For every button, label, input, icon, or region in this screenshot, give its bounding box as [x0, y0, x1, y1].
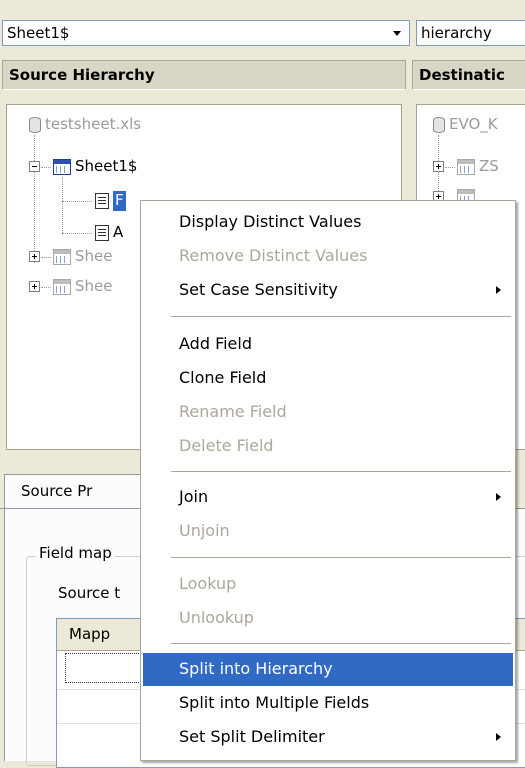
- tab-source-properties[interactable]: Source Pr: [4, 474, 144, 508]
- submenu-arrow-icon: [496, 286, 501, 294]
- menu-item-label: Split into Multiple Fields: [179, 693, 370, 712]
- hierarchy-combo[interactable]: hierarchy: [416, 20, 525, 46]
- submenu-arrow-icon: [496, 733, 501, 741]
- menu-item-label: Lookup: [179, 574, 237, 593]
- destination-panel-header: Destinatic: [412, 60, 525, 90]
- menu-item-label: Unjoin: [179, 521, 230, 540]
- menu-item-unlookup[interactable]: Unlookup: [143, 602, 513, 635]
- menu-item-label: Rename Field: [179, 402, 287, 421]
- tree-sheet-label[interactable]: Sheet1$: [75, 157, 137, 177]
- menu-item-label: Unlookup: [179, 608, 254, 627]
- source-table-label: Source t: [58, 584, 121, 602]
- tree-field-selected[interactable]: F: [113, 191, 126, 211]
- field-icon: [95, 193, 109, 209]
- table-row[interactable]: [65, 653, 145, 683]
- tree-sheet-3-label[interactable]: Shee: [75, 277, 113, 297]
- menu-item-label: Split into Hierarchy: [179, 659, 333, 678]
- destination-node-label[interactable]: ZS: [479, 157, 499, 177]
- menu-item-delete-field[interactable]: Delete Field: [143, 430, 513, 463]
- menu-item-rename-field[interactable]: Rename Field: [143, 396, 513, 429]
- menu-separator: [171, 643, 511, 644]
- sheet-icon: [53, 279, 71, 295]
- database-icon: [29, 117, 41, 133]
- tree-field-label[interactable]: A: [113, 223, 123, 243]
- menu-item-remove-distinct-values[interactable]: Remove Distinct Values: [143, 240, 513, 273]
- menu-item-clone-field[interactable]: Clone Field: [143, 362, 513, 395]
- menu-item-join[interactable]: Join: [143, 481, 513, 514]
- tree-sheet-2-label[interactable]: Shee: [75, 247, 113, 267]
- menu-item-label: Set Split Delimiter: [179, 727, 325, 746]
- grid-header-mapping[interactable]: Mapp: [69, 625, 110, 643]
- menu-separator: [171, 471, 511, 472]
- menu-item-split-into-multiple-fields[interactable]: Split into Multiple Fields: [143, 687, 513, 720]
- field-icon: [95, 225, 109, 241]
- field-mapping-title: Field map: [36, 544, 115, 562]
- sheet-icon: [53, 159, 71, 175]
- menu-item-label: Set Case Sensitivity: [179, 280, 338, 299]
- menu-item-label: Remove Distinct Values: [179, 246, 368, 265]
- chevron-down-icon[interactable]: [387, 23, 407, 43]
- submenu-arrow-icon: [496, 493, 501, 501]
- database-icon: [433, 117, 445, 133]
- menu-item-unjoin[interactable]: Unjoin: [143, 515, 513, 548]
- menu-item-add-field[interactable]: Add Field: [143, 328, 513, 361]
- sheet-combo[interactable]: Sheet1$: [2, 20, 410, 46]
- source-panel-header: Source Hierarchy: [2, 60, 406, 90]
- collapse-icon[interactable]: [29, 161, 40, 172]
- menu-item-label: Clone Field: [179, 368, 267, 387]
- menu-separator: [171, 316, 511, 317]
- menu-separator: [171, 557, 511, 558]
- menu-item-split-into-hierarchy[interactable]: Split into Hierarchy: [143, 653, 513, 686]
- sheet-icon: [53, 249, 71, 265]
- menu-item-label: Join: [179, 487, 209, 506]
- menu-item-label: Display Distinct Values: [179, 212, 362, 231]
- source-panel-title: Source Hierarchy: [9, 66, 155, 84]
- destination-panel-title: Destinatic: [419, 66, 505, 84]
- context-menu: Display Distinct Values Remove Distinct …: [140, 200, 516, 761]
- destination-root-label[interactable]: EVO_K: [449, 115, 498, 135]
- menu-item-set-split-delimiter[interactable]: Set Split Delimiter: [143, 721, 513, 754]
- menu-item-label: Add Field: [179, 334, 252, 353]
- menu-item-label: Delete Field: [179, 436, 274, 455]
- hierarchy-combo-value: hierarchy: [421, 24, 492, 42]
- menu-item-display-distinct-values[interactable]: Display Distinct Values: [143, 206, 513, 239]
- menu-item-lookup[interactable]: Lookup: [143, 568, 513, 601]
- tree-root-label[interactable]: testsheet.xls: [45, 115, 141, 135]
- tab-source-label: Source Pr: [21, 482, 93, 500]
- expand-icon[interactable]: [29, 251, 40, 262]
- sheet-icon: [457, 159, 475, 175]
- sheet-combo-value: Sheet1$: [7, 24, 70, 42]
- expand-icon[interactable]: [433, 161, 444, 172]
- expand-icon[interactable]: [29, 281, 40, 292]
- menu-item-set-case-sensitivity[interactable]: Set Case Sensitivity: [143, 274, 513, 307]
